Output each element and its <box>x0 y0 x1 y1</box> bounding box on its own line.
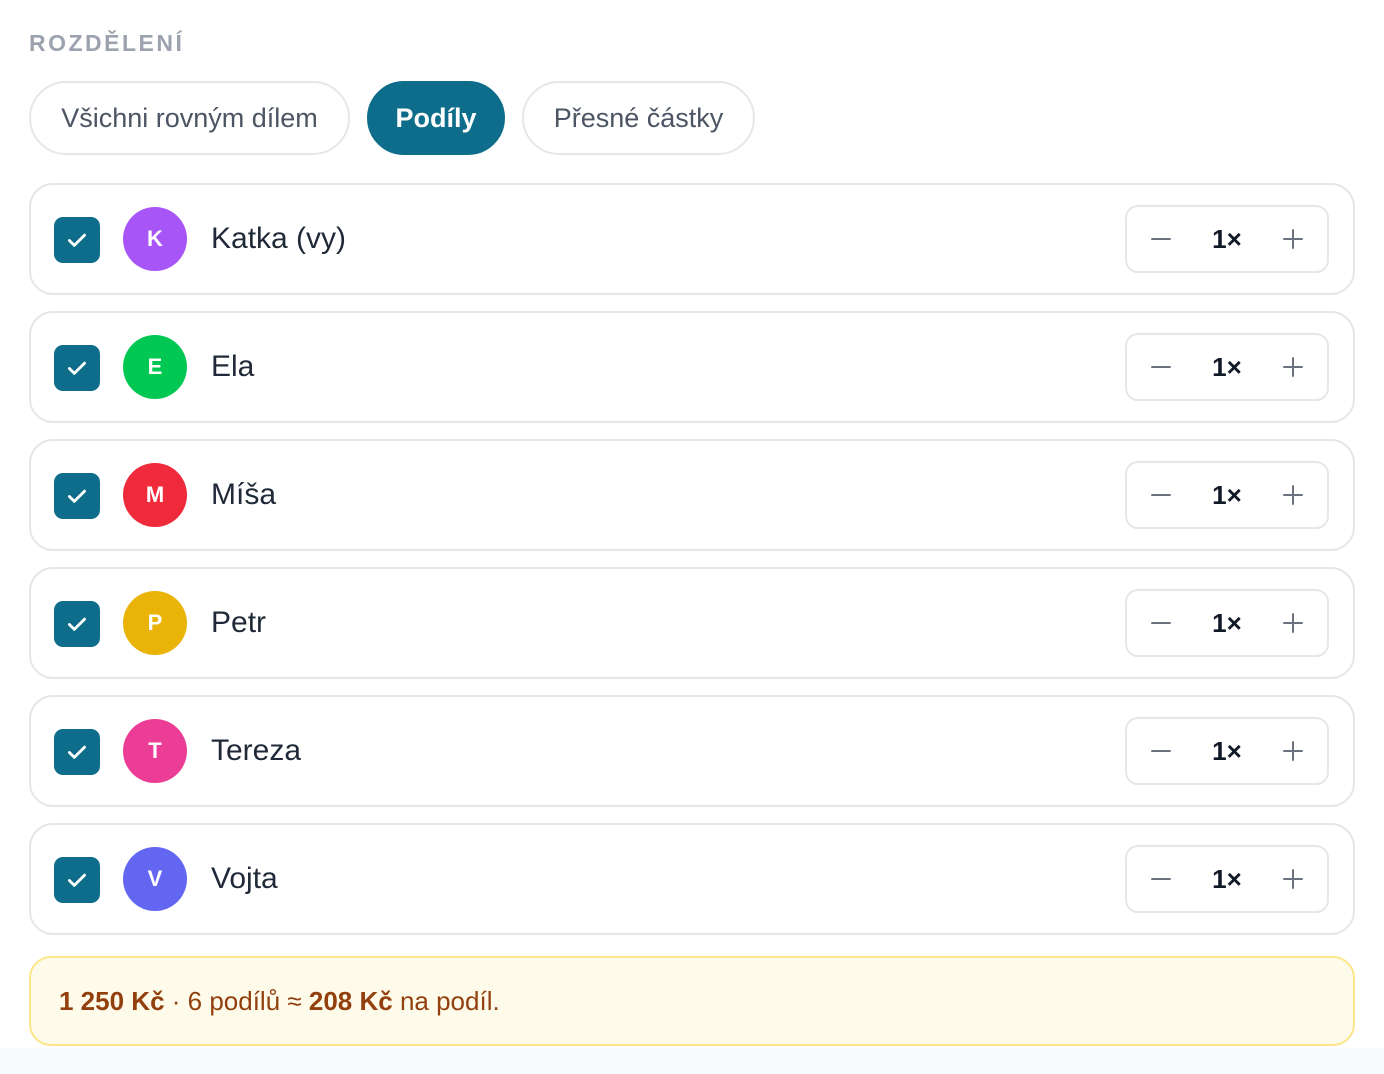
share-value: 1× <box>1212 863 1242 894</box>
footer-strip <box>0 1048 1384 1074</box>
decrement-button[interactable] <box>1131 463 1191 527</box>
increment-button[interactable] <box>1263 591 1323 655</box>
section-label: ROZDĚLENÍ <box>29 30 185 56</box>
participant-checkbox[interactable] <box>54 857 100 903</box>
summary-shares: · 6 podílů ≈ <box>164 985 309 1016</box>
minus-icon <box>1151 750 1171 752</box>
participant-row: P Petr 1× <box>29 567 1355 679</box>
minus-icon <box>1151 622 1171 624</box>
participant-name: Míša <box>211 478 277 511</box>
plus-icon <box>1283 229 1303 249</box>
minus-icon <box>1151 238 1171 240</box>
decrement-button[interactable] <box>1131 847 1191 911</box>
tab-exact-amounts[interactable]: Přesné částky <box>522 81 755 155</box>
participant-checkbox[interactable] <box>54 217 100 263</box>
check-icon <box>68 745 86 759</box>
participant-name: Ela <box>211 350 255 383</box>
check-icon <box>68 873 86 887</box>
decrement-button[interactable] <box>1131 335 1191 399</box>
participant-checkbox[interactable] <box>54 601 100 647</box>
participant-checkbox[interactable] <box>54 345 100 391</box>
summary-suffix: na podíl. <box>392 985 500 1016</box>
share-stepper: 1× <box>1125 205 1329 273</box>
minus-icon <box>1151 494 1171 496</box>
plus-icon <box>1283 869 1303 889</box>
share-value: 1× <box>1212 479 1242 510</box>
check-icon <box>68 617 86 631</box>
split-mode-tabs: Všichni rovným dílem Podíly Přesné částk… <box>29 81 755 155</box>
share-value: 1× <box>1212 223 1242 254</box>
participant-name: Tereza <box>211 734 302 767</box>
avatar: E <box>123 335 187 399</box>
participant-checkbox[interactable] <box>54 473 100 519</box>
participant-row: T Tereza 1× <box>29 695 1355 807</box>
share-stepper: 1× <box>1125 589 1329 657</box>
participant-name: Vojta <box>211 862 278 895</box>
avatar: P <box>123 591 187 655</box>
participant-row: K Katka (vy) 1× <box>29 183 1355 295</box>
participant-name: Petr <box>211 606 267 639</box>
plus-icon <box>1283 741 1303 761</box>
participant-name: Katka (vy) <box>211 222 347 255</box>
minus-icon <box>1151 878 1171 880</box>
plus-icon <box>1283 357 1303 377</box>
avatar: K <box>123 207 187 271</box>
split-panel: ROZDĚLENÍ Všichni rovným dílem Podíly Př… <box>0 0 1384 1048</box>
decrement-button[interactable] <box>1131 207 1191 271</box>
increment-button[interactable] <box>1263 463 1323 527</box>
share-value: 1× <box>1212 735 1242 766</box>
tab-shares[interactable]: Podíly <box>367 81 505 155</box>
avatar: M <box>123 463 187 527</box>
check-icon <box>68 489 86 503</box>
increment-button[interactable] <box>1263 335 1323 399</box>
participant-row: E Ela 1× <box>29 311 1355 423</box>
summary-per-share: 208 Kč <box>308 985 393 1016</box>
share-value: 1× <box>1212 351 1242 382</box>
avatar: V <box>123 847 187 911</box>
increment-button[interactable] <box>1263 207 1323 271</box>
plus-icon <box>1283 613 1303 633</box>
avatar: T <box>123 719 187 783</box>
share-value: 1× <box>1212 607 1242 638</box>
participant-row: V Vojta 1× <box>29 823 1355 935</box>
decrement-button[interactable] <box>1131 591 1191 655</box>
share-stepper: 1× <box>1125 461 1329 529</box>
split-summary: 1 250 Kč · 6 podílů ≈ 208 Kč na podíl. <box>29 956 1355 1046</box>
share-stepper: 1× <box>1125 717 1329 785</box>
tab-equal[interactable]: Všichni rovným dílem <box>29 81 350 155</box>
increment-button[interactable] <box>1263 719 1323 783</box>
participant-list: K Katka (vy) 1× E Ela 1× M Míša 1× P Pet… <box>29 183 1355 951</box>
increment-button[interactable] <box>1263 847 1323 911</box>
check-icon <box>68 233 86 247</box>
summary-total: 1 250 Kč <box>59 985 165 1016</box>
share-stepper: 1× <box>1125 333 1329 401</box>
share-stepper: 1× <box>1125 845 1329 913</box>
minus-icon <box>1151 366 1171 368</box>
participant-row: M Míša 1× <box>29 439 1355 551</box>
plus-icon <box>1283 485 1303 505</box>
check-icon <box>68 361 86 375</box>
participant-checkbox[interactable] <box>54 729 100 775</box>
decrement-button[interactable] <box>1131 719 1191 783</box>
